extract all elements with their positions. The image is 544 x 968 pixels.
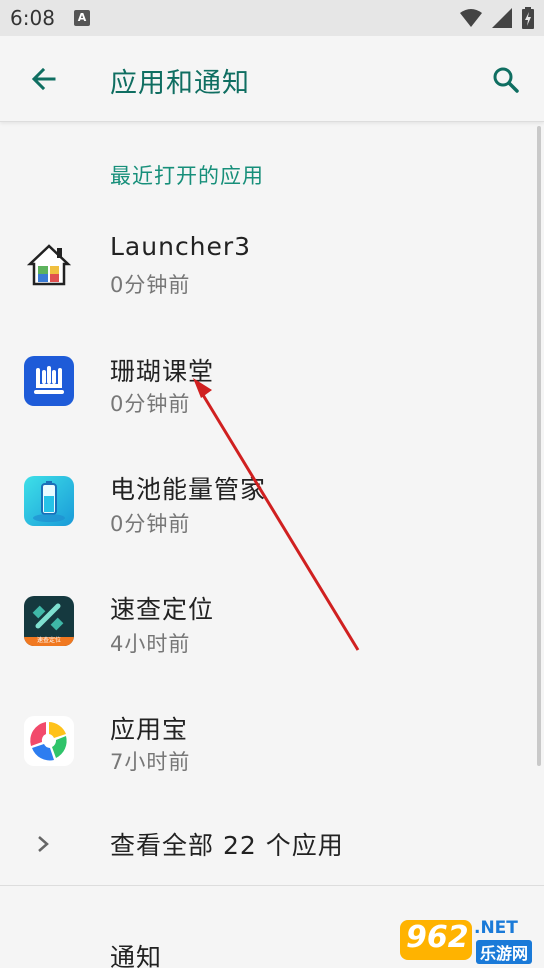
annotation-arrow — [193, 378, 360, 651]
watermark-tagline: 乐游网 — [476, 940, 533, 964]
watermark-brand: 962 — [406, 920, 469, 955]
watermark-suffix: .NET — [474, 918, 518, 938]
watermark-logo: 962 .NET 乐游网 — [400, 914, 540, 966]
